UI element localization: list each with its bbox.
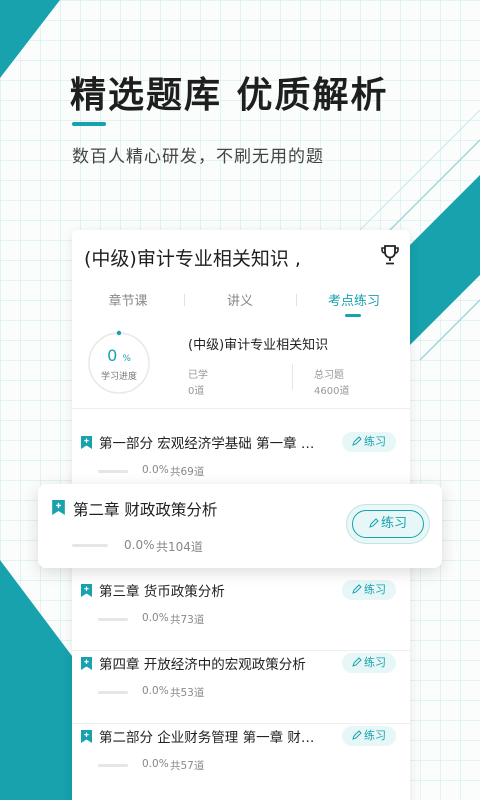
pen-icon [352, 584, 362, 594]
chapter-item[interactable]: 第二部分 企业财务管理 第一章 财务... 练习 0.0% 共57道 [72, 726, 410, 798]
learned-label: 已学 [188, 370, 208, 381]
tab-handout[interactable]: 讲义 [184, 290, 296, 309]
bookmark-icon [81, 657, 92, 670]
chapter-title: 第二部分 企业财务管理 第一章 财务... [99, 730, 327, 746]
tab-divider [296, 294, 297, 306]
progress-percent-value: 0 [107, 346, 118, 365]
practice-button[interactable]: 练习 [342, 726, 396, 746]
practice-button[interactable]: 练习 [342, 653, 396, 673]
chapter-item[interactable]: 第四章 开放经济中的宏观政策分析 练习 0.0% 共53道 [72, 653, 410, 725]
pen-icon [352, 657, 362, 667]
pen-icon [369, 518, 379, 528]
course-title: (中级)审计专业相关知识 , [84, 248, 301, 270]
tab-exam-point-practice[interactable]: 考点练习 [298, 290, 410, 309]
practice-button[interactable]: 练习 [352, 510, 424, 538]
pen-icon [352, 436, 362, 446]
chapter-progress-bar [98, 691, 128, 694]
progress-percent: 0 % [86, 346, 152, 365]
chapter-progress-bar [98, 764, 128, 767]
bookmark-icon [81, 436, 92, 449]
practice-button-label: 练习 [364, 583, 386, 596]
chapter-progress-bar [72, 544, 108, 547]
progress-label: 学习进度 [100, 372, 137, 382]
progress-section: 0 % 学习进度 (中级)审计专业相关知识 已学 0道 总习题 4600道 [72, 326, 410, 406]
chapter-title: 第四章 开放经济中的宏观政策分析 [99, 657, 306, 673]
subheadline: 数百人精心研发，不刷无用的题 [72, 147, 324, 167]
stat-divider [292, 364, 293, 390]
progress-course-title: (中级)审计专业相关知识 [188, 338, 329, 353]
chapter-percent: 0.0% [142, 612, 169, 624]
chapter-item[interactable]: 第三章 货币政策分析 练习 0.0% 共73道 [72, 580, 410, 652]
row-divider [72, 650, 410, 651]
section-divider [72, 408, 410, 409]
chapter-percent: 0.0% [124, 538, 155, 552]
tab-chapter-course[interactable]: 章节课 [72, 290, 184, 309]
practice-button[interactable]: 练习 [342, 432, 396, 452]
learned-value: 0道 [188, 386, 205, 397]
chapter-title: 第三章 货币政策分析 [99, 584, 225, 600]
total-value: 4600道 [314, 386, 350, 397]
headline-accent-bar [72, 122, 106, 126]
chapter-progress-bar [98, 618, 128, 621]
chapter-total: 共104道 [156, 540, 203, 554]
practice-button[interactable]: 练习 [342, 580, 396, 600]
chapter-total: 共57道 [170, 760, 205, 772]
practice-button-label: 练习 [364, 435, 386, 448]
practice-button-label: 练习 [380, 516, 407, 531]
chapter-total: 共73道 [170, 614, 205, 626]
bookmark-icon [52, 500, 65, 515]
practice-button-label: 练习 [364, 656, 386, 669]
headline: 精选题库 优质解析 [70, 75, 389, 116]
chapter-total: 共53道 [170, 687, 205, 699]
practice-button-label: 练习 [364, 729, 386, 742]
chapter-title: 第一部分 宏观经济学基础 第一章 概... [99, 436, 327, 452]
bookmark-icon [81, 730, 92, 743]
progress-percent-unit: % [122, 354, 131, 364]
bookmark-icon [81, 584, 92, 597]
chapter-total: 共69道 [170, 466, 205, 478]
trophy-icon[interactable] [380, 244, 400, 266]
chapter-progress-bar [98, 470, 128, 473]
chapter-percent: 0.0% [142, 464, 169, 476]
active-tab-indicator [345, 314, 361, 317]
chapter-percent: 0.0% [142, 758, 169, 770]
chapter-percent: 0.0% [142, 685, 169, 697]
total-label: 总习题 [314, 370, 344, 381]
row-divider [72, 723, 410, 724]
chapter-item-highlighted[interactable]: 第二章 财政政策分析 练习 0.0% 共104道 [38, 484, 442, 568]
chapter-title: 第二章 财政政策分析 [73, 501, 218, 519]
pen-icon [352, 730, 362, 740]
